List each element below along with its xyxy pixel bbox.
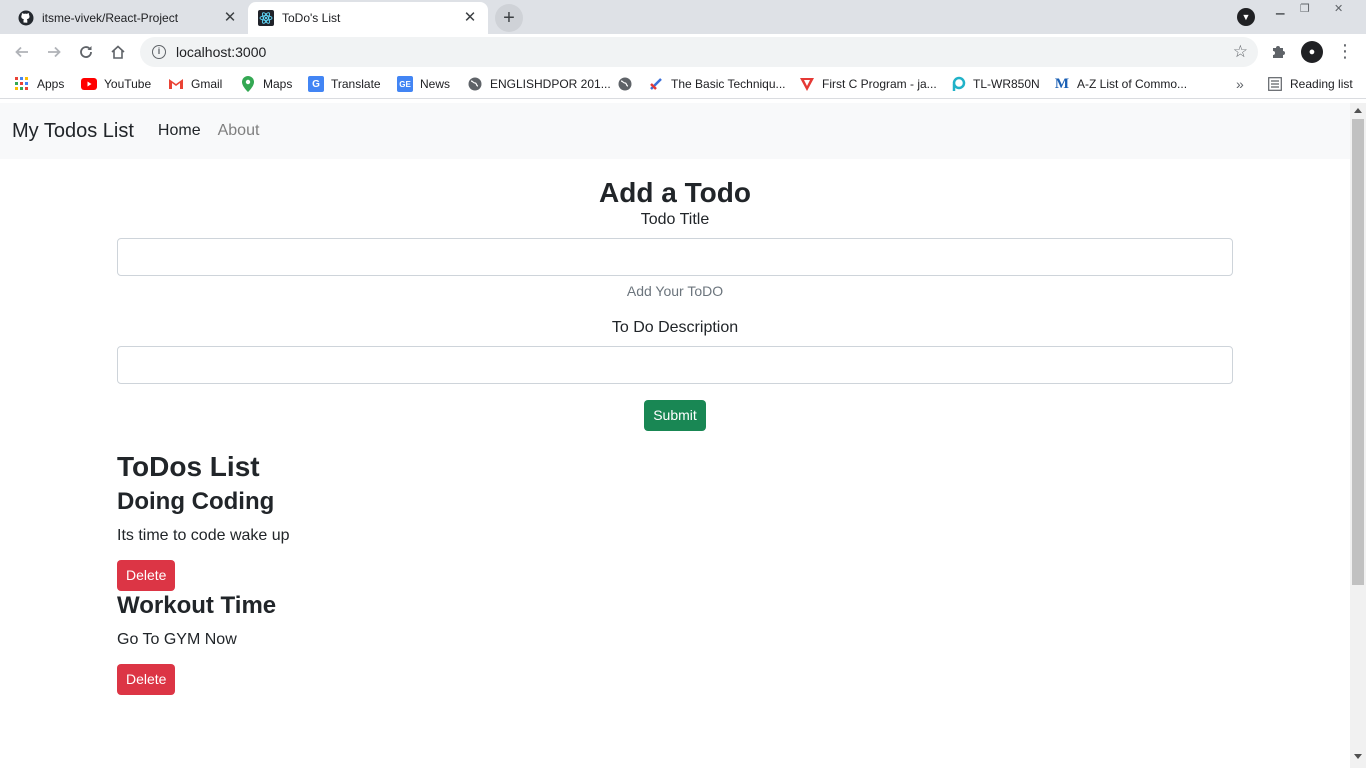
minimize-icon[interactable]: ▁ [1276, 2, 1284, 16]
bookmark-globe[interactable] [617, 75, 640, 93]
bookmark-englishdpor[interactable]: ENGLISHDPOR 201... [467, 75, 611, 93]
bookmark-basic-technique[interactable]: The Basic Techniqu... [648, 75, 786, 93]
globe-icon [467, 76, 483, 92]
todo-title: Doing Coding [117, 488, 275, 515]
triangle-icon [799, 76, 815, 92]
back-icon[interactable] [10, 40, 34, 64]
todo-title-input[interactable] [117, 238, 1233, 276]
address-bar[interactable]: i localhost:3000 ☆ [140, 37, 1258, 67]
bookmark-label: The Basic Techniqu... [671, 77, 786, 91]
tab-todos[interactable]: ToDo's List ✕ [248, 2, 488, 34]
reading-list-label: Reading list [1290, 77, 1353, 91]
add-todo-heading: Add a Todo [599, 177, 751, 208]
translate-icon: G [308, 76, 324, 92]
bookmarks-overflow[interactable]: » [1236, 75, 1244, 93]
reading-list-icon [1267, 76, 1283, 92]
apps-grid-icon [14, 76, 30, 92]
todo-description: Go To GYM Now [117, 631, 237, 648]
delete-button[interactable]: Delete [117, 560, 176, 591]
todo-description-input[interactable] [117, 346, 1233, 384]
star-icon[interactable]: ☆ [1233, 42, 1248, 62]
github-icon [18, 10, 34, 26]
home-icon[interactable] [106, 40, 130, 64]
bookmark-az-list[interactable]: M A-Z List of Commo... [1054, 75, 1187, 93]
nav-about[interactable]: About [218, 122, 260, 140]
page-viewport: My Todos List Home About Add a Todo Todo… [0, 103, 1350, 768]
todo-title-label: Todo Title [640, 211, 710, 228]
menu-icon[interactable]: ⋮ [1336, 41, 1354, 61]
todos-list-heading: ToDos List [117, 451, 260, 482]
youtube-icon [81, 76, 97, 92]
close-icon[interactable]: ✕ [222, 10, 238, 26]
bookmark-apps[interactable]: Apps [14, 75, 64, 93]
m-icon: M [1054, 75, 1070, 92]
restore-icon[interactable]: ❐ [1300, 2, 1310, 16]
bookmark-gmail[interactable]: Gmail [168, 75, 222, 93]
info-icon[interactable]: i [152, 45, 166, 59]
window-close-icon[interactable]: ✕ [1334, 2, 1343, 16]
scroll-thumb[interactable] [1352, 119, 1364, 585]
globe-icon [617, 76, 633, 92]
vertical-scrollbar[interactable] [1350, 103, 1366, 768]
bookmark-first-c-program[interactable]: First C Program - ja... [799, 75, 937, 93]
todo-title-help: Add Your ToDO [626, 283, 724, 299]
tab-search-icon[interactable]: ▼ [1237, 8, 1255, 26]
reload-icon[interactable] [74, 40, 98, 64]
maps-icon [240, 76, 256, 92]
bookmark-label: Apps [37, 77, 65, 91]
forward-icon[interactable] [42, 40, 66, 64]
scroll-down-icon[interactable] [1354, 754, 1362, 759]
bookmark-label: First C Program - ja... [822, 77, 937, 91]
bookmark-label: A-Z List of Commo... [1077, 77, 1188, 91]
react-icon [258, 10, 274, 26]
tab-title: ToDo's List [282, 11, 341, 25]
main-container: Add a Todo Todo Title Add Your ToDO To D… [117, 159, 1233, 695]
bookmark-label: Translate [331, 77, 381, 91]
bookmark-maps[interactable]: Maps [240, 75, 292, 93]
submit-button[interactable]: Submit [644, 400, 706, 431]
app-navbar: My Todos List Home About [0, 103, 1350, 159]
bookmark-label: TL-WR850N [973, 77, 1040, 91]
profile-avatar[interactable]: ● [1301, 41, 1323, 63]
bookmark-youtube[interactable]: YouTube [81, 75, 151, 93]
link-icon [648, 76, 664, 92]
news-icon: GE [397, 76, 413, 92]
bookmarks-bar: Apps YouTube Gmail Maps G Translate GE N… [0, 70, 1366, 99]
reading-list[interactable]: Reading list [1267, 75, 1353, 93]
todo-item: Workout Time Go To GYM Now Delete [117, 591, 1233, 695]
bookmark-label: YouTube [104, 77, 152, 91]
url-text: localhost:3000 [176, 44, 267, 60]
bookmark-label: Maps [263, 77, 293, 91]
todo-item: Doing Coding Its time to code wake up De… [117, 487, 1233, 591]
extensions-icon[interactable] [1270, 42, 1290, 62]
bookmark-translate[interactable]: G Translate [308, 75, 381, 93]
tab-strip: itsme-vivek/React-Project ✕ ToDo's List … [0, 0, 1366, 34]
bookmark-label: Gmail [191, 77, 223, 91]
todo-description: Its time to code wake up [117, 527, 290, 544]
router-icon [950, 76, 966, 92]
todo-title: Workout Time [117, 592, 277, 619]
bookmark-label: News [420, 77, 451, 91]
submit-row: Submit [117, 400, 1233, 431]
scroll-up-icon[interactable] [1354, 108, 1362, 113]
delete-button[interactable]: Delete [117, 664, 176, 695]
tab-title: itsme-vivek/React-Project [42, 11, 179, 25]
close-icon[interactable]: ✕ [462, 10, 478, 26]
bookmark-label: ENGLISHDPOR 201... [490, 77, 611, 91]
bookmark-news[interactable]: GE News [397, 75, 450, 93]
browser-toolbar: i localhost:3000 ☆ ● ⋮ [0, 34, 1366, 70]
nav-home[interactable]: Home [158, 122, 201, 140]
navbar-brand[interactable]: My Todos List [12, 120, 134, 143]
new-tab-button[interactable]: + [495, 4, 523, 32]
bookmark-tl-wr850n[interactable]: TL-WR850N [950, 75, 1040, 93]
todo-description-label: To Do Description [611, 319, 739, 336]
tab-github[interactable]: itsme-vivek/React-Project ✕ [8, 2, 248, 34]
gmail-icon [168, 76, 184, 92]
